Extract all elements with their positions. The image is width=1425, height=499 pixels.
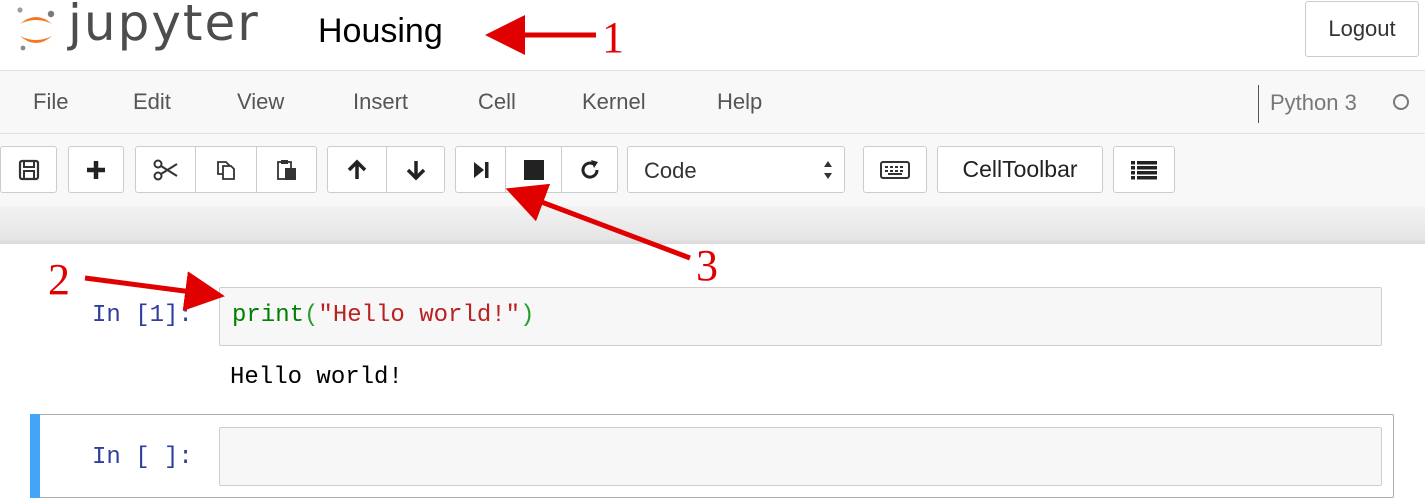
cell-prompt: In [ ]: xyxy=(92,444,193,471)
celltoolbar-button[interactable]: CellToolbar xyxy=(937,146,1103,193)
move-up-button[interactable] xyxy=(327,146,387,193)
celltoolbar-label: CellToolbar xyxy=(962,156,1078,182)
move-down-button[interactable] xyxy=(386,146,445,193)
kernel-idle-indicator-icon xyxy=(1393,94,1409,110)
stop-icon xyxy=(523,159,544,180)
cell-prompt: In [1]: xyxy=(92,302,193,329)
run-button[interactable] xyxy=(455,146,506,193)
arrow-down-icon xyxy=(406,160,425,180)
list-icon xyxy=(1131,160,1157,179)
annotation-number: 3 xyxy=(696,241,718,290)
code-paren-open: ( xyxy=(304,302,319,329)
toolbar: Code CellToolbar xyxy=(0,134,1425,206)
code-paren-close: ) xyxy=(520,302,535,329)
menu-help[interactable]: Help xyxy=(717,89,762,115)
copy-icon xyxy=(217,160,235,180)
annotation-number: 1 xyxy=(602,13,624,62)
arrow-up-icon xyxy=(347,159,367,179)
select-arrows-icon xyxy=(824,161,832,179)
code-string: "Hello world!" xyxy=(318,302,521,329)
restart-icon xyxy=(581,159,599,179)
jupyter-logo-icon[interactable] xyxy=(16,6,56,52)
annotation-number: 2 xyxy=(48,255,70,304)
code-builtin: print xyxy=(232,302,305,329)
logo-text: jupyter xyxy=(68,0,260,52)
selected-cell-indicator xyxy=(30,414,40,498)
menu-file[interactable]: File xyxy=(33,89,68,115)
copy-button[interactable] xyxy=(195,146,257,193)
command-palette-button[interactable] xyxy=(863,146,927,193)
cell-type-select[interactable]: Code xyxy=(627,146,845,193)
kernel-name[interactable]: Python 3 xyxy=(1270,90,1357,116)
save-icon xyxy=(18,159,39,180)
menu-cell[interactable]: Cell xyxy=(478,89,516,115)
cell-output: Hello world! xyxy=(230,364,403,391)
paste-button[interactable] xyxy=(256,146,317,193)
menu-edit[interactable]: Edit xyxy=(133,89,171,115)
plus-icon xyxy=(87,160,105,179)
restart-button[interactable] xyxy=(561,146,618,193)
menubar: File Edit View Insert Cell Kernel Help P… xyxy=(0,70,1425,134)
keyboard-icon xyxy=(880,160,910,179)
interrupt-button[interactable] xyxy=(505,146,562,193)
menu-kernel[interactable]: Kernel xyxy=(582,89,646,115)
save-button[interactable] xyxy=(0,146,57,193)
paste-icon xyxy=(276,159,296,180)
logout-button[interactable]: Logout xyxy=(1305,1,1419,57)
notebook-title[interactable]: Housing xyxy=(318,12,443,51)
code-input-area[interactable] xyxy=(219,427,1382,486)
run-next-icon xyxy=(473,161,488,178)
menu-view[interactable]: View xyxy=(237,89,284,115)
annotation-arrow-2 xyxy=(84,271,225,311)
cell-type-value: Code xyxy=(644,158,697,183)
header: jupyter Housing Logout xyxy=(0,0,1425,66)
code-line: print("Hello world!") xyxy=(232,302,534,329)
header-shadow xyxy=(0,206,1425,244)
insert-cell-button[interactable] xyxy=(68,146,124,193)
menu-insert[interactable]: Insert xyxy=(353,89,408,115)
cut-icon xyxy=(153,159,178,180)
toc-button[interactable] xyxy=(1113,146,1175,193)
cut-button[interactable] xyxy=(135,146,196,193)
code-input-area[interactable]: print("Hello world!") xyxy=(219,287,1382,346)
kernel-divider xyxy=(1258,85,1259,123)
